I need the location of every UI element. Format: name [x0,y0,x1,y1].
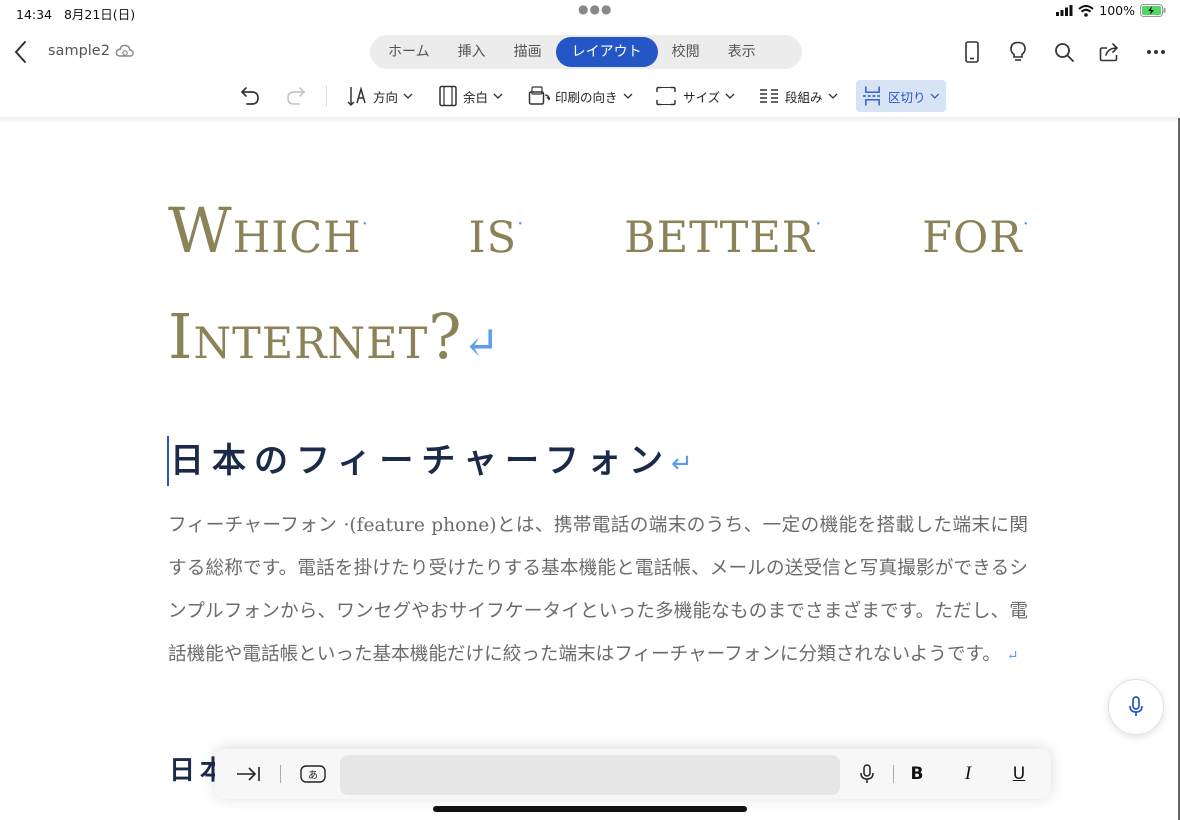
breaks-label: 区切り [887,89,926,105]
dictation-button[interactable] [855,761,879,787]
share-icon [1099,43,1119,62]
redo-button[interactable] [284,80,308,112]
shortcut-suggestion-field[interactable] [340,755,840,795]
shortcut-divider [280,765,281,783]
undo-icon [240,87,259,105]
size-label: サイズ [683,89,721,105]
ellipsis-icon [1147,50,1165,54]
status-indicators: 100% [1056,3,1166,18]
margins-icon [439,85,457,107]
columns-button[interactable]: 段組み [758,80,838,112]
cloud-sync-icon[interactable] [115,43,135,59]
input-mode-button[interactable]: あ [299,761,327,787]
battery-charging-icon [1140,4,1166,17]
title-word: better· [624,194,823,267]
hiragana-keyboard-icon: あ [300,765,326,783]
document-name[interactable]: sample2 [48,43,110,59]
ribbon-tabs: ホーム 挿入 描画 レイアウト 校閲 表示 [370,35,802,69]
chevron-down-icon [725,93,735,99]
chevron-down-icon [623,93,632,99]
chevron-down-icon [403,93,413,99]
paragraph-mark-icon: ↵ [1006,648,1019,664]
dictate-button[interactable] [1108,679,1164,735]
columns-label: 段組み [785,89,823,105]
keyboard-shortcut-bar: あ B I U [215,749,1051,799]
orientation-icon [528,86,550,105]
breaks-button[interactable]: 区切り [856,80,946,112]
chevron-left-icon [14,41,26,63]
layout-ribbon: 方向 余白 印刷の向き サイズ 段組み 区切り [0,76,1180,116]
tab-arrow-icon [237,767,260,781]
bold-button[interactable]: B [905,761,929,787]
title-word: Which· [168,194,369,267]
undo-button[interactable] [238,80,262,112]
text-cursor [167,436,169,486]
chevron-down-icon [828,93,837,99]
tab-draw[interactable]: 描画 [500,37,556,67]
search-button[interactable] [1050,38,1078,66]
tab-layout[interactable]: レイアウト [555,37,658,67]
size-button[interactable]: サイズ [654,80,735,112]
ideas-button[interactable] [1004,38,1032,66]
multitasking-dots-icon[interactable]: ●●● [578,2,612,16]
wifi-icon [1078,4,1094,17]
top-right-actions [958,38,1170,66]
tab-review[interactable]: 校閲 [658,37,714,67]
paragraph-mark-icon: ↵ [462,318,501,369]
text-direction-icon [347,86,366,107]
title-word: Internet? [168,300,463,373]
chevron-down-icon [493,93,503,99]
page-size-icon [656,86,676,106]
tab-view[interactable]: 表示 [714,37,770,67]
share-button[interactable] [1096,38,1124,66]
heading-1[interactable]: 日本のフィーチャーフォン↵ [170,438,693,487]
redo-icon [287,87,306,105]
microphone-icon [1129,696,1143,716]
body-paragraph[interactable]: フィーチャーフォン ·(feature phone)とは、携帯電話の端末のうち、… [168,504,1028,678]
status-bar: 14:34 8月21日(日) ●●● 100% [0,0,1180,24]
microphone-icon [860,764,874,783]
orientation-button[interactable]: 印刷の向き [528,80,633,112]
home-indicator[interactable] [433,806,747,812]
ribbon-shadow [0,117,1180,123]
tab-home[interactable]: ホーム [374,37,444,67]
more-options-button[interactable] [1142,38,1170,66]
columns-icon [760,89,778,103]
phone-icon [965,41,979,63]
page-break-icon [862,86,883,106]
title-line-2: Internet?↵ [168,284,1038,397]
status-time-date: 14:34 8月21日(日) [16,7,136,22]
mobile-view-button[interactable] [958,38,986,66]
signal-icon [1056,5,1073,16]
tab-insert[interactable]: 挿入 [444,37,500,67]
document-title[interactable]: Which· is· better· for· Internet?↵ [168,170,1038,397]
chevron-down-icon [930,93,940,99]
title-word: is· [468,194,525,267]
margins-label: 余白 [463,89,489,105]
battery-percent: 100% [1099,3,1135,18]
italic-button[interactable]: I [956,761,980,787]
back-button[interactable] [10,38,32,66]
ribbon-divider [326,85,327,107]
orientation-label: 印刷の向き [555,89,618,105]
text-direction-label: 方向 [373,89,399,105]
lightbulb-icon [1010,41,1026,61]
title-word: for· [922,194,1030,267]
text-direction-button[interactable]: 方向 [346,80,413,112]
tab-key-button[interactable] [233,761,263,787]
shortcut-divider [893,765,894,783]
svg-text:あ: あ [308,770,318,782]
title-line-1: Which· is· better· for· [168,170,1030,284]
paragraph-mark-icon: ↵ [670,449,693,479]
underline-button[interactable]: U [1007,761,1031,787]
margins-button[interactable]: 余白 [438,80,503,112]
search-icon [1055,43,1074,62]
